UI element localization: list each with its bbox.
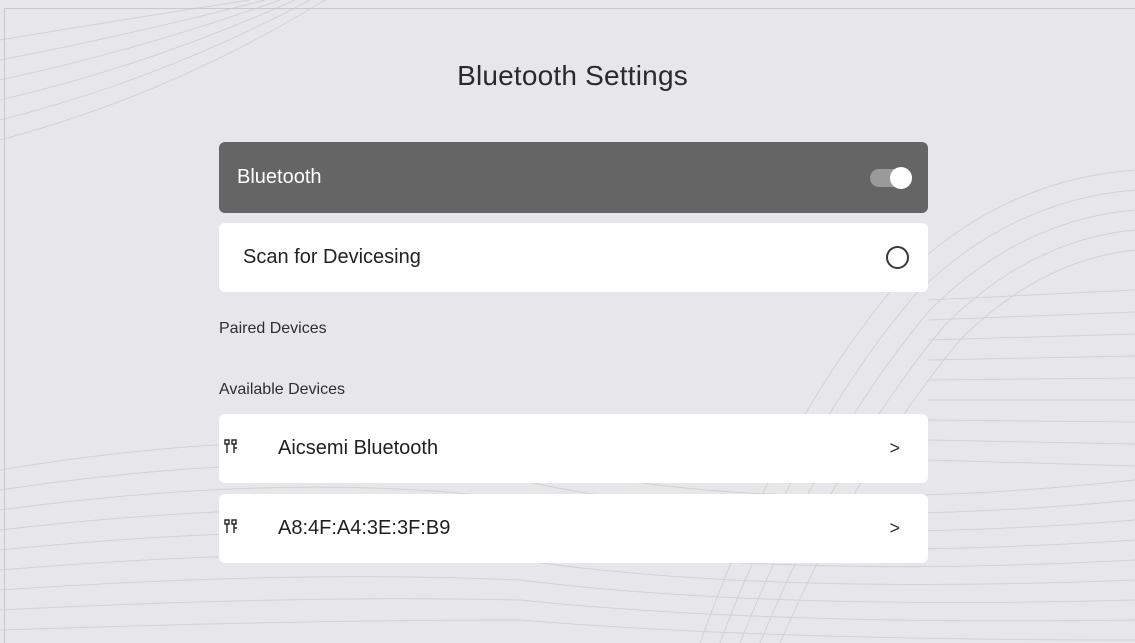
bluetooth-settings-screen: Bluetooth Settings Bluetooth Scan for De… <box>0 0 1135 643</box>
page-title: Bluetooth Settings <box>457 60 688 91</box>
device-name: A8:4F:A4:3E:3F:B9 <box>278 517 451 539</box>
device-item[interactable]: Aicsemi Bluetooth > <box>219 414 928 483</box>
device-name: Aicsemi Bluetooth <box>278 437 439 459</box>
available-devices-heading: Available Devices <box>219 381 345 398</box>
device-item[interactable]: A8:4F:A4:3E:3F:B9 > <box>219 494 928 563</box>
chevron-right-icon: > <box>889 438 900 458</box>
toggle-knob <box>890 166 912 189</box>
device-icon <box>219 517 278 540</box>
bluetooth-toggle-switch[interactable] <box>870 166 912 189</box>
paired-devices-heading: Paired Devices <box>219 320 327 337</box>
scan-devices-row[interactable]: Scan for Devicesing <box>219 223 928 292</box>
chevron-right-icon: > <box>889 518 900 538</box>
scan-label: Scan for Devicesing <box>243 246 421 268</box>
bluetooth-label: Bluetooth <box>237 166 322 188</box>
device-icon <box>219 437 278 460</box>
bluetooth-toggle-row[interactable]: Bluetooth <box>219 142 928 213</box>
circle-spinner-icon[interactable] <box>886 246 909 269</box>
